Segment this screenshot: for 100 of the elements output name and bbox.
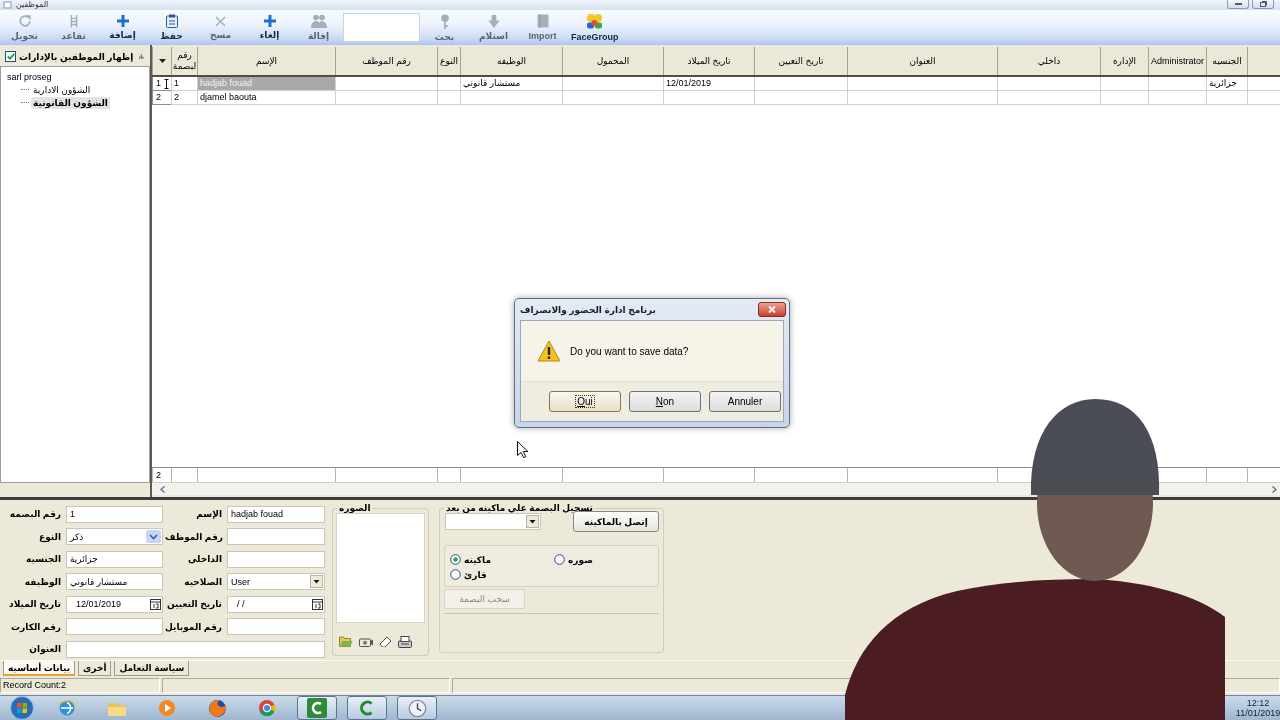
column-header[interactable]: رقم الموظف	[335, 47, 437, 75]
org-chart-icon[interactable]	[139, 51, 144, 62]
radio-icon[interactable]	[450, 569, 461, 580]
printer-icon[interactable]	[398, 636, 412, 648]
taskbar-button[interactable]	[297, 696, 337, 720]
tab[interactable]: أخرى	[78, 661, 112, 676]
restore-icon[interactable]	[1259, 1, 1267, 7]
column-header[interactable]: المحمول	[562, 47, 663, 75]
globe-icon[interactable]	[207, 698, 227, 718]
play-icon[interactable]	[158, 699, 176, 717]
plus-icon[interactable]	[116, 15, 129, 27]
close-icon[interactable]	[768, 306, 776, 313]
table-cell	[1100, 77, 1148, 91]
tree-connector	[21, 102, 29, 103]
toolbar-button[interactable]: FaceGroup	[567, 10, 623, 45]
dropdown-field[interactable]: ذكر	[66, 528, 163, 546]
row-header[interactable]: 1	[152, 77, 171, 91]
toolbar-button[interactable]: حفظ	[147, 10, 196, 45]
segmented-circle-icon[interactable]	[258, 699, 276, 717]
text-field[interactable]	[227, 550, 325, 568]
toolbar-button[interactable]: إلغاء	[245, 10, 294, 45]
field-label: رقم الموظف	[165, 531, 224, 542]
scroll-right-icon[interactable]	[1272, 485, 1277, 493]
table-cell	[1148, 77, 1206, 91]
text-field[interactable]: 1	[66, 505, 163, 523]
tree-item[interactable]: sarl proseg	[5, 70, 54, 83]
column-header[interactable]: العنوان	[847, 47, 997, 75]
dropdown-field[interactable]	[445, 513, 541, 530]
column-header[interactable]: النوع	[437, 47, 460, 75]
restore-button[interactable]	[1252, 0, 1274, 9]
clock-icon[interactable]	[407, 698, 427, 718]
text-cursor-icon	[164, 78, 169, 89]
text-field[interactable]: مستشار قانوني	[66, 573, 163, 591]
clipboard-icon[interactable]	[165, 14, 178, 28]
tree-item[interactable]: الشؤون الادارية	[31, 83, 93, 96]
radio-icon[interactable]	[450, 554, 461, 565]
arrow-circle-icon[interactable]	[58, 699, 76, 717]
radio-option[interactable]: صوره	[554, 552, 658, 567]
taskbar-button[interactable]	[397, 696, 437, 720]
table-cell: مستشار قانوني	[460, 77, 562, 91]
column-header[interactable]: داخلي	[997, 47, 1100, 75]
dialog-message: Do you want to save data?	[570, 345, 689, 359]
arc-logo-icon[interactable]	[307, 698, 327, 718]
people-group-icon[interactable]	[586, 13, 604, 29]
column-header[interactable]: الجنسيه	[1206, 47, 1247, 75]
field-label: النوع	[38, 531, 62, 542]
text-field[interactable]: جزائرية	[66, 550, 163, 568]
column-header[interactable]: الإداره	[1100, 47, 1148, 75]
column-header[interactable]: رقم لبصمة	[171, 47, 197, 75]
text-field[interactable]: hadjab fouad	[227, 505, 325, 523]
toolbar-button[interactable]: إضافة	[98, 10, 147, 45]
text-field[interactable]	[66, 640, 325, 658]
table-cell	[437, 77, 460, 91]
folder-icon[interactable]	[339, 636, 353, 647]
text-field[interactable]	[227, 618, 325, 636]
field-label: الوظيفه	[23, 576, 62, 587]
eraser-icon[interactable]	[379, 636, 392, 647]
taskbar-button[interactable]	[347, 696, 387, 720]
close-button[interactable]	[758, 302, 786, 317]
minimize-button[interactable]	[1227, 0, 1249, 9]
radio-option[interactable]: قارئ	[450, 567, 554, 582]
table-cell: hadjab fouad	[197, 77, 335, 91]
tab[interactable]: سياسة التعامل	[114, 661, 190, 676]
column-header[interactable]: الإسم	[197, 47, 335, 75]
row-header[interactable]: 2	[152, 91, 171, 105]
calendar-icon[interactable]	[150, 598, 161, 610]
date-field[interactable]: 12/01/2019	[66, 595, 163, 613]
scroll-left-icon[interactable]	[160, 485, 165, 493]
group-title: الصوره	[338, 503, 372, 513]
column-header[interactable]: Administrator	[1148, 47, 1206, 75]
clock-date: 11/01/2019	[1235, 708, 1280, 718]
column-header[interactable]: تاريخ التعيين	[754, 47, 847, 75]
text-field[interactable]	[66, 618, 163, 636]
dialog-button[interactable]: Non	[629, 391, 701, 412]
calendar-icon[interactable]	[312, 598, 323, 610]
tab[interactable]: بيانات أساسيه	[3, 661, 76, 676]
field-label: تاريخ الميلاد	[8, 599, 62, 610]
tree-item[interactable]: الشؤون القانونية	[31, 96, 110, 109]
dialog-button[interactable]: Annuler	[709, 391, 781, 412]
select-field[interactable]: User	[227, 573, 325, 591]
table-cell	[1100, 91, 1148, 105]
table-cell: 12/01/2019	[663, 77, 754, 91]
field-label: رقم البصمه	[8, 509, 62, 520]
text-field[interactable]	[227, 528, 325, 546]
date-field[interactable]: / /	[227, 595, 325, 613]
minimize-icon[interactable]	[1234, 3, 1242, 5]
column-header[interactable]: تاريخ الميلاد	[663, 47, 754, 75]
table-cell	[1247, 77, 1280, 91]
column-header[interactable]: الوظيفه	[460, 47, 562, 75]
plus-icon[interactable]	[263, 15, 276, 27]
radio-icon[interactable]	[554, 554, 565, 565]
dialog-button[interactable]: Oui	[549, 391, 621, 412]
dropdown-arrow-icon[interactable]	[158, 59, 166, 63]
connect-button[interactable]: إتصل بالماكينه	[573, 511, 659, 532]
toolbar-input-field[interactable]	[343, 13, 420, 42]
field-label: الجنسيه	[25, 554, 62, 565]
radio-option[interactable]: ماكينه	[450, 552, 554, 567]
camera-icon[interactable]	[359, 636, 373, 647]
checkbox-label: إظهار الموظفين بالإدارات	[19, 51, 134, 62]
table-cell	[437, 91, 460, 105]
